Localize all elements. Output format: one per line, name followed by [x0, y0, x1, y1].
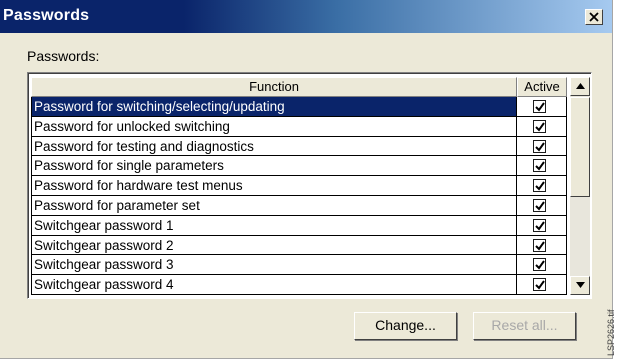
close-icon: [589, 9, 599, 26]
table-row[interactable]: Password for switching/selecting/updatin…: [31, 97, 567, 117]
function-cell: Password for switching/selecting/updatin…: [31, 97, 517, 117]
column-header-function[interactable]: Function: [31, 77, 517, 97]
table-row[interactable]: Password for testing and diagnostics: [31, 136, 567, 157]
passwords-dialog: Passwords Passwords: Function Active Pas…: [0, 0, 613, 359]
password-table: Function Active Password for switching/s…: [31, 77, 567, 295]
password-list-frame: Function Active Password for switching/s…: [27, 72, 592, 299]
checkmark-icon: [535, 280, 545, 290]
scroll-down-button[interactable]: [570, 276, 590, 295]
active-checkbox[interactable]: [533, 139, 546, 153]
active-checkbox[interactable]: [533, 238, 546, 252]
active-checkbox[interactable]: [533, 100, 546, 113]
active-cell: [517, 97, 567, 117]
checkmark-icon: [535, 161, 545, 171]
checkmark-icon: [535, 260, 545, 270]
table-row[interactable]: Switchgear password 3: [31, 255, 567, 276]
active-checkbox[interactable]: [533, 278, 546, 292]
function-cell: Switchgear password 3: [31, 255, 517, 276]
change-button[interactable]: Change...: [354, 312, 457, 340]
active-checkbox[interactable]: [533, 179, 546, 193]
function-cell: Password for parameter set: [31, 195, 517, 216]
table-row[interactable]: Switchgear password 4: [31, 275, 567, 295]
side-caption: LSP2626.tif: [606, 309, 616, 356]
checkmark-icon: [535, 142, 545, 152]
active-cell: [517, 275, 567, 295]
function-cell: Switchgear password 1: [31, 215, 517, 236]
function-cell: Switchgear password 2: [31, 235, 517, 256]
table-row[interactable]: Switchgear password 1: [31, 215, 567, 236]
vertical-scrollbar[interactable]: [570, 77, 590, 295]
table-row[interactable]: Password for single parameters: [31, 156, 567, 177]
arrow-down-icon: [576, 282, 585, 288]
window-title: Passwords: [3, 7, 90, 24]
active-checkbox[interactable]: [533, 119, 546, 133]
active-checkbox[interactable]: [533, 198, 546, 212]
table-row[interactable]: Password for unlocked switching: [31, 116, 567, 137]
active-checkbox[interactable]: [533, 218, 546, 232]
table-body: Password for switching/selecting/updatin…: [31, 97, 567, 295]
active-cell: [517, 136, 567, 157]
arrow-up-icon: [576, 83, 585, 89]
function-cell: Password for unlocked switching: [31, 116, 517, 137]
checkmark-icon: [535, 181, 545, 191]
active-cell: [517, 116, 567, 137]
checkmark-icon: [535, 221, 545, 231]
checkmark-icon: [535, 122, 545, 132]
active-cell: [517, 255, 567, 276]
active-cell: [517, 215, 567, 236]
function-cell: Password for hardware test menus: [31, 176, 517, 196]
title-bar[interactable]: Passwords: [0, 0, 612, 33]
active-cell: [517, 156, 567, 177]
scroll-up-button[interactable]: [570, 77, 590, 96]
table-row[interactable]: Password for hardware test menus: [31, 176, 567, 196]
scrollbar-thumb[interactable]: [570, 97, 590, 197]
active-checkbox[interactable]: [533, 258, 546, 272]
column-header-active[interactable]: Active: [517, 77, 567, 97]
reset-all-button[interactable]: Reset all...: [473, 312, 576, 340]
checkmark-icon: [535, 201, 545, 211]
function-cell: Password for single parameters: [31, 156, 517, 177]
checkmark-icon: [535, 240, 545, 251]
table-header: Function Active: [31, 77, 567, 97]
passwords-label: Passwords:: [27, 48, 100, 64]
active-cell: [517, 195, 567, 216]
function-cell: Switchgear password 4: [31, 275, 517, 295]
close-button[interactable]: [585, 9, 603, 25]
table-row[interactable]: Switchgear password 2: [31, 235, 567, 256]
checkmark-icon: [535, 102, 545, 112]
active-checkbox[interactable]: [533, 159, 546, 173]
function-cell: Password for testing and diagnostics: [31, 136, 517, 157]
table-row[interactable]: Password for parameter set: [31, 195, 567, 216]
active-cell: [517, 176, 567, 196]
active-cell: [517, 235, 567, 256]
